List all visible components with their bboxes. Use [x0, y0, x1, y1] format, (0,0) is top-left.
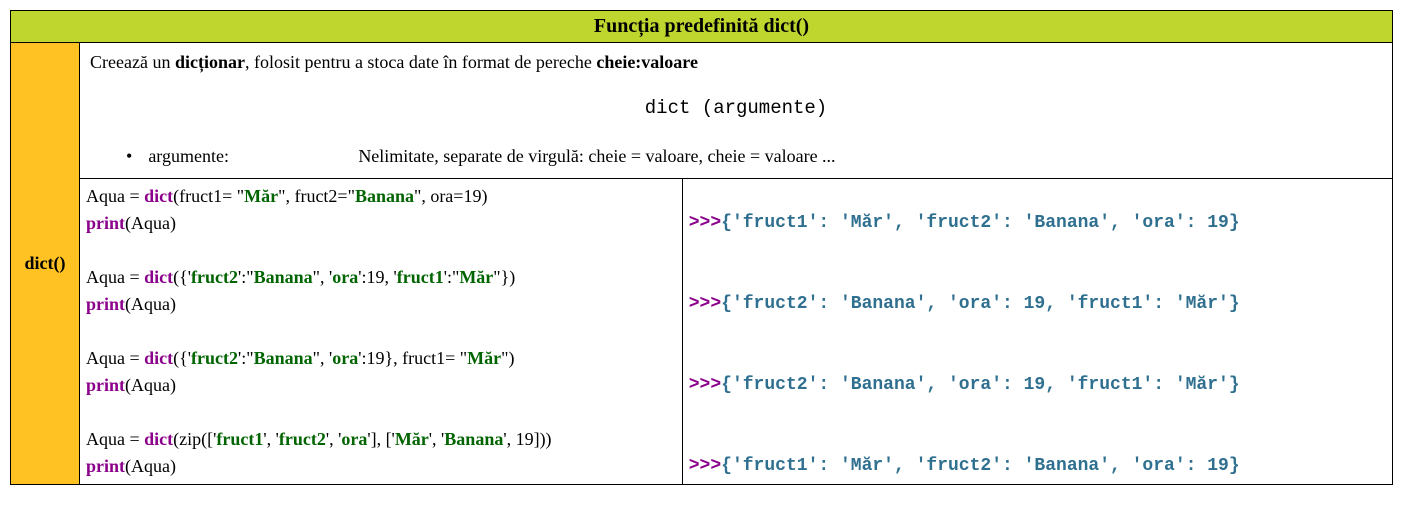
syntax-line: dict (argumente) — [90, 76, 1382, 141]
code-cell: Aqua = dict(fruct1= "Măr", fruct2="Banan… — [80, 178, 683, 484]
str: Măr — [244, 186, 278, 206]
c: ", ora=19) — [414, 186, 487, 206]
str: Banana — [355, 186, 414, 206]
str: ora — [332, 267, 358, 287]
str: Măr — [459, 267, 493, 287]
c: ':" — [238, 267, 254, 287]
prompt: >>> — [689, 213, 721, 233]
str: fruct1 — [216, 429, 263, 449]
kw-print: print — [86, 213, 125, 233]
doc-table: Funcția predefinită dict() dict() Creeaz… — [10, 10, 1393, 485]
out-line: {'fruct1': 'Măr', 'fruct2': 'Banana', 'o… — [721, 456, 1239, 476]
kw-dict: dict — [144, 267, 173, 287]
kw-print: print — [86, 375, 125, 395]
c: (fruct1= " — [173, 186, 244, 206]
str: ora — [332, 348, 358, 368]
c: (Aqua) — [125, 294, 176, 314]
c: ':19, ' — [358, 267, 397, 287]
c: (Aqua) — [125, 375, 176, 395]
c: (Aqua) — [125, 213, 176, 233]
side-label: dict() — [25, 253, 66, 273]
description-line: Creează un dicționar, folosit pentru a s… — [90, 49, 1382, 76]
kw-print: print — [86, 456, 125, 476]
c: (zip([' — [173, 429, 216, 449]
output-cell: >>>{'fruct1': 'Măr', 'fruct2': 'Banana',… — [682, 178, 1392, 484]
kw-dict: dict — [144, 429, 173, 449]
out-line: {'fruct2': 'Banana', 'ora': 19, 'fruct1'… — [721, 375, 1239, 395]
str: fruct1 — [397, 267, 444, 287]
c: Aqua = — [86, 267, 144, 287]
desc-middle: , folosit pentru a stoca date în format … — [245, 52, 596, 72]
prompt: >>> — [689, 375, 721, 395]
str: fruct2 — [191, 267, 238, 287]
c: ") — [501, 348, 514, 368]
c: ':" — [238, 348, 254, 368]
kw-print: print — [86, 294, 125, 314]
prompt: >>> — [689, 456, 721, 476]
str: Banana — [254, 267, 313, 287]
bullet-icon: • — [126, 143, 148, 170]
str: Măr — [395, 429, 429, 449]
c: ({' — [173, 267, 191, 287]
bullet-row: • argumente: Nelimitate, separate de vir… — [90, 141, 1382, 172]
bullet-text: Nelimitate, separate de virgulă: cheie =… — [358, 143, 835, 170]
c: Aqua = — [86, 348, 144, 368]
prompt: >>> — [689, 294, 721, 314]
c: Aqua = — [86, 186, 144, 206]
c: ", ' — [313, 267, 333, 287]
c: ", fruct2=" — [278, 186, 355, 206]
c: ", ' — [313, 348, 333, 368]
side-label-cell: dict() — [11, 43, 80, 485]
c: Aqua = — [86, 429, 144, 449]
c: '], [' — [367, 429, 394, 449]
kw-dict: dict — [144, 186, 173, 206]
c: "}) — [493, 267, 515, 287]
bullet-label: argumente: — [148, 143, 358, 170]
str: Măr — [467, 348, 501, 368]
c: ', 19])) — [503, 429, 551, 449]
table-header: Funcția predefinită dict() — [11, 11, 1393, 43]
header-title: Funcția predefinită dict() — [594, 15, 809, 37]
out-line: {'fruct1': 'Măr', 'fruct2': 'Banana', 'o… — [721, 213, 1239, 233]
desc-bold2: cheie:valoare — [596, 52, 698, 72]
c: ':" — [444, 267, 460, 287]
str: fruct2 — [191, 348, 238, 368]
desc-bold1: dicționar — [175, 52, 245, 72]
str: Banana — [444, 429, 503, 449]
c: ({' — [173, 348, 191, 368]
kw-dict: dict — [144, 348, 173, 368]
desc-prefix: Creează un — [90, 52, 175, 72]
c: ':19}, fruct1= " — [358, 348, 467, 368]
str: fruct2 — [279, 429, 326, 449]
c: ', ' — [326, 429, 342, 449]
c: ', ' — [429, 429, 445, 449]
c: ', ' — [263, 429, 279, 449]
out-line: {'fruct2': 'Banana', 'ora': 19, 'fruct1'… — [721, 294, 1239, 314]
str: Banana — [254, 348, 313, 368]
description-cell: Creează un dicționar, folosit pentru a s… — [80, 43, 1393, 179]
c: (Aqua) — [125, 456, 176, 476]
str: ora — [341, 429, 367, 449]
